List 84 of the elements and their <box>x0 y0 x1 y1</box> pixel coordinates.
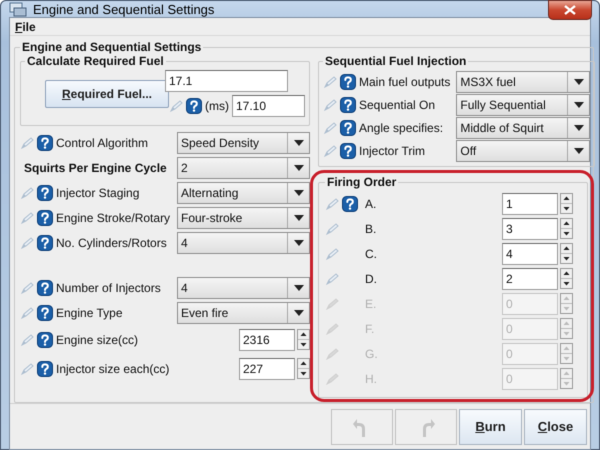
help-icon[interactable] <box>342 196 358 212</box>
field-label: A. <box>365 196 376 210</box>
field-label: No. Cylinders/Rotors <box>56 236 167 250</box>
field-label: Main fuel outputs <box>359 74 450 88</box>
help-icon[interactable] <box>37 360 53 376</box>
spinner-arrows-icon[interactable] <box>297 329 310 350</box>
dropdown[interactable]: 4 <box>177 276 310 298</box>
dialog-button[interactable]: Close <box>524 408 587 444</box>
dialog-button[interactable]: Burn <box>459 408 522 444</box>
field-label: Injector Trim <box>359 144 426 158</box>
close-icon[interactable] <box>564 5 576 15</box>
help-icon[interactable] <box>186 98 202 114</box>
field-label: Engine Stroke/Rotary <box>56 210 170 224</box>
help-icon[interactable] <box>37 280 53 296</box>
number-field[interactable]: 4 <box>502 242 558 264</box>
dropdown[interactable]: Middle of Squirt <box>456 116 590 138</box>
input-field[interactable]: 17.10 <box>232 95 305 117</box>
field-label: B. <box>365 222 376 236</box>
dropdown[interactable]: Even fire <box>177 302 310 324</box>
help-icon[interactable] <box>37 184 53 200</box>
help-icon[interactable] <box>37 332 53 348</box>
dropdown[interactable]: Alternating <box>177 182 310 204</box>
field-label: D. <box>365 272 377 286</box>
dropdown-arrow-icon[interactable] <box>294 214 304 220</box>
dropdown-arrow-icon[interactable] <box>294 240 304 246</box>
dropdown[interactable]: Fully Sequential <box>456 94 590 116</box>
help-icon[interactable] <box>340 96 356 112</box>
dropdown[interactable]: Four-stroke <box>177 206 310 228</box>
dropdown-arrow-icon[interactable] <box>574 78 584 84</box>
window-title: Engine and Sequential Settings <box>33 2 214 16</box>
field-label: F. <box>365 322 374 336</box>
spinner-arrows-icon[interactable] <box>560 193 573 214</box>
dropdown-arrow-icon[interactable] <box>294 284 304 290</box>
number-field[interactable]: 2 <box>502 268 558 290</box>
field-label: Control Algorithm <box>56 136 148 150</box>
help-icon[interactable] <box>37 234 53 250</box>
help-icon[interactable] <box>340 142 356 158</box>
dropdown-arrow-icon[interactable] <box>574 102 584 108</box>
field-label: E. <box>365 296 376 310</box>
group-title: Sequential Fuel Injection <box>324 54 468 68</box>
help-icon[interactable] <box>340 74 356 90</box>
dropdown[interactable]: MS3X fuel <box>456 70 590 92</box>
dropdown[interactable]: 4 <box>177 232 310 254</box>
help-icon[interactable] <box>37 134 53 150</box>
field-label: Squirts Per Engine Cycle <box>23 160 167 174</box>
number-field[interactable]: 1 <box>502 192 558 214</box>
number-field[interactable]: 3 <box>502 218 558 240</box>
number-field[interactable]: 2316 <box>239 328 295 350</box>
field-label: Sequential On <box>359 98 436 112</box>
menu-item[interactable]: File <box>14 20 37 34</box>
app-icon <box>10 2 26 16</box>
dropdown[interactable]: Speed Density <box>177 132 310 154</box>
group-title: Engine and Sequential Settings <box>21 40 202 54</box>
help-icon[interactable] <box>37 210 53 226</box>
dropdown[interactable]: Off <box>456 140 590 162</box>
dropdown[interactable]: 2 <box>177 156 310 178</box>
spinner-arrows-icon[interactable] <box>560 268 573 289</box>
help-icon[interactable] <box>340 120 356 136</box>
required-fuel-button[interactable]: Required Fuel... <box>45 80 169 108</box>
unit-label: (ms) <box>205 99 229 113</box>
close-button[interactable] <box>548 0 592 20</box>
help-icon[interactable] <box>37 304 53 320</box>
dropdown-arrow-icon[interactable] <box>574 124 584 130</box>
field-label: H. <box>365 372 377 386</box>
field-label: Engine size(cc) <box>56 332 138 346</box>
spinner-arrows-icon[interactable] <box>560 243 573 264</box>
dropdown-arrow-icon[interactable] <box>294 310 304 316</box>
group-title: Firing Order <box>326 175 398 189</box>
dropdown-arrow-icon[interactable] <box>294 164 304 170</box>
field-label: G. <box>365 346 378 360</box>
field-label: Angle specifies: <box>359 120 444 134</box>
input-field[interactable]: 17.1 <box>165 70 288 92</box>
field-label: Injector Staging <box>56 186 140 200</box>
dropdown-arrow-icon[interactable] <box>294 140 304 146</box>
field-label: Number of Injectors <box>56 280 161 294</box>
field-label: Engine Type <box>56 306 122 320</box>
number-field[interactable]: 227 <box>239 358 295 380</box>
field-label: C. <box>365 246 377 260</box>
dropdown-arrow-icon[interactable] <box>294 190 304 196</box>
spinner-arrows-icon[interactable] <box>560 218 573 239</box>
group-title: Calculate Required Fuel <box>26 54 165 68</box>
spinner-arrows-icon[interactable] <box>297 358 310 379</box>
field-label: Injector size each(cc) <box>56 362 170 376</box>
dropdown-arrow-icon[interactable] <box>574 148 584 154</box>
